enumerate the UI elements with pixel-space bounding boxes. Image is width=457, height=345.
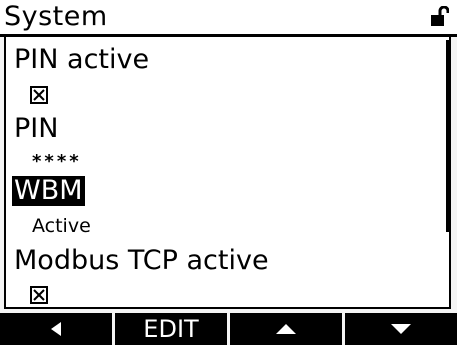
triangle-down-icon bbox=[391, 324, 411, 334]
softkey-bar: EDIT bbox=[0, 313, 457, 345]
scrollbar-thumb[interactable] bbox=[446, 40, 449, 232]
back-softkey[interactable] bbox=[0, 313, 112, 345]
checked-checkbox-icon[interactable] bbox=[30, 286, 48, 304]
lcd-screen: System PIN active PIN **** WBM Active Mo… bbox=[0, 0, 457, 345]
triangle-up-icon bbox=[276, 324, 296, 334]
title-bar: System bbox=[0, 0, 457, 34]
up-softkey[interactable] bbox=[230, 313, 342, 345]
unlocked-padlock-icon bbox=[431, 6, 449, 26]
down-softkey[interactable] bbox=[345, 313, 457, 345]
list-item-pin-active-label[interactable]: PIN active bbox=[14, 45, 149, 75]
list-item-modbus-tcp-active-label[interactable]: Modbus TCP active bbox=[14, 246, 269, 276]
edit-softkey[interactable]: EDIT bbox=[115, 313, 227, 345]
wbm-value: Active bbox=[32, 215, 91, 237]
pin-value: **** bbox=[32, 151, 82, 172]
list-item-wbm-label[interactable]: WBM bbox=[12, 176, 85, 206]
checked-checkbox-icon[interactable] bbox=[30, 86, 48, 104]
page-title: System bbox=[4, 1, 108, 32]
triangle-left-icon bbox=[51, 322, 61, 336]
list-item-pin-label[interactable]: PIN bbox=[14, 114, 58, 144]
